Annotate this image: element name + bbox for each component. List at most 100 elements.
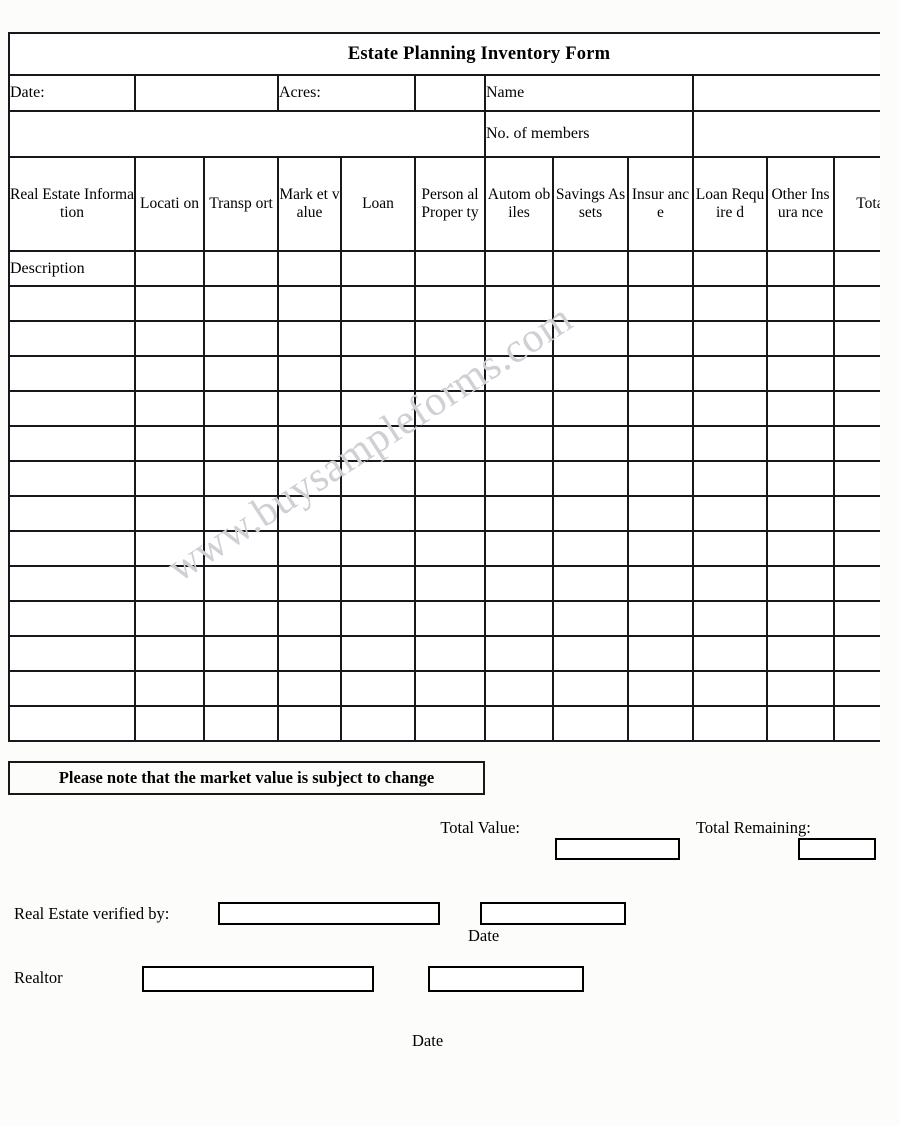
table-cell[interactable] bbox=[766, 285, 835, 322]
table-cell[interactable] bbox=[340, 460, 416, 497]
table-cell[interactable] bbox=[832, 600, 880, 637]
table-cell[interactable] bbox=[414, 390, 486, 427]
total-remaining-field[interactable] bbox=[798, 838, 876, 860]
table-cell[interactable] bbox=[414, 250, 486, 287]
table-cell[interactable] bbox=[552, 250, 629, 287]
table-cell[interactable] bbox=[340, 355, 416, 392]
table-cell[interactable] bbox=[414, 705, 486, 742]
table-cell[interactable] bbox=[552, 530, 629, 567]
table-cell[interactable] bbox=[627, 635, 694, 672]
table-cell[interactable] bbox=[766, 635, 835, 672]
table-cell[interactable] bbox=[277, 495, 342, 532]
table-cell[interactable] bbox=[484, 250, 554, 287]
table-cell[interactable] bbox=[340, 530, 416, 567]
table-cell[interactable] bbox=[277, 250, 342, 287]
table-cell[interactable] bbox=[414, 425, 486, 462]
total-value-field[interactable] bbox=[555, 838, 680, 860]
table-cell[interactable] bbox=[8, 390, 136, 427]
table-cell[interactable] bbox=[484, 390, 554, 427]
table-cell[interactable] bbox=[203, 250, 279, 287]
table-cell[interactable] bbox=[134, 635, 205, 672]
date-input-cell[interactable] bbox=[134, 74, 279, 112]
table-cell[interactable] bbox=[766, 705, 835, 742]
table-cell[interactable] bbox=[552, 670, 629, 707]
table-cell[interactable] bbox=[340, 495, 416, 532]
table-cell[interactable] bbox=[134, 425, 205, 462]
table-cell[interactable] bbox=[627, 285, 694, 322]
table-cell[interactable] bbox=[203, 670, 279, 707]
table-cell[interactable] bbox=[627, 670, 694, 707]
table-cell[interactable] bbox=[203, 320, 279, 357]
table-cell[interactable] bbox=[552, 600, 629, 637]
table-cell[interactable] bbox=[832, 495, 880, 532]
table-cell[interactable] bbox=[552, 565, 629, 602]
table-cell[interactable] bbox=[766, 390, 835, 427]
table-cell[interactable] bbox=[484, 355, 554, 392]
members-input-cell[interactable] bbox=[691, 110, 880, 158]
table-cell[interactable] bbox=[340, 635, 416, 672]
table-cell[interactable] bbox=[484, 530, 554, 567]
table-cell[interactable] bbox=[414, 670, 486, 707]
table-cell[interactable] bbox=[692, 390, 768, 427]
table-cell[interactable] bbox=[203, 705, 279, 742]
table-cell[interactable] bbox=[627, 460, 694, 497]
table-cell[interactable] bbox=[627, 320, 694, 357]
table-cell[interactable] bbox=[766, 460, 835, 497]
table-cell[interactable] bbox=[340, 390, 416, 427]
table-cell[interactable] bbox=[552, 460, 629, 497]
table-cell[interactable] bbox=[484, 565, 554, 602]
table-cell[interactable] bbox=[340, 320, 416, 357]
table-cell[interactable] bbox=[8, 285, 136, 322]
blank-wide-cell[interactable] bbox=[8, 110, 486, 158]
table-cell[interactable] bbox=[484, 425, 554, 462]
table-cell[interactable] bbox=[8, 705, 136, 742]
table-cell[interactable] bbox=[692, 635, 768, 672]
table-cell[interactable] bbox=[692, 565, 768, 602]
table-cell[interactable] bbox=[8, 355, 136, 392]
table-cell[interactable] bbox=[340, 425, 416, 462]
table-cell[interactable] bbox=[552, 705, 629, 742]
table-cell[interactable] bbox=[414, 460, 486, 497]
table-cell[interactable] bbox=[277, 425, 342, 462]
table-cell[interactable] bbox=[692, 355, 768, 392]
table-cell[interactable] bbox=[203, 460, 279, 497]
table-cell[interactable] bbox=[414, 600, 486, 637]
table-cell[interactable] bbox=[8, 530, 136, 567]
table-cell[interactable] bbox=[627, 495, 694, 532]
table-cell[interactable] bbox=[277, 705, 342, 742]
table-cell[interactable] bbox=[832, 285, 880, 322]
table-cell[interactable] bbox=[484, 460, 554, 497]
table-cell[interactable] bbox=[552, 285, 629, 322]
table-cell[interactable] bbox=[766, 320, 835, 357]
table-cell[interactable] bbox=[627, 565, 694, 602]
table-cell[interactable] bbox=[203, 285, 279, 322]
table-cell[interactable] bbox=[627, 390, 694, 427]
table-cell[interactable] bbox=[484, 705, 554, 742]
table-cell[interactable] bbox=[414, 635, 486, 672]
table-cell[interactable] bbox=[134, 600, 205, 637]
table-cell[interactable] bbox=[8, 495, 136, 532]
table-cell[interactable] bbox=[203, 390, 279, 427]
table-cell[interactable] bbox=[340, 670, 416, 707]
table-cell[interactable] bbox=[484, 320, 554, 357]
table-cell[interactable] bbox=[340, 285, 416, 322]
table-cell[interactable] bbox=[8, 460, 136, 497]
table-cell[interactable] bbox=[766, 670, 835, 707]
table-cell[interactable] bbox=[414, 285, 486, 322]
table-cell[interactable] bbox=[340, 705, 416, 742]
table-cell[interactable] bbox=[484, 600, 554, 637]
table-cell[interactable] bbox=[692, 460, 768, 497]
table-cell[interactable] bbox=[832, 425, 880, 462]
table-cell[interactable] bbox=[414, 565, 486, 602]
table-cell[interactable] bbox=[8, 670, 136, 707]
table-cell[interactable] bbox=[692, 425, 768, 462]
table-cell[interactable] bbox=[8, 425, 136, 462]
table-cell[interactable] bbox=[277, 670, 342, 707]
table-cell[interactable] bbox=[692, 670, 768, 707]
table-cell[interactable] bbox=[414, 355, 486, 392]
table-cell[interactable] bbox=[766, 250, 835, 287]
table-cell[interactable] bbox=[340, 600, 416, 637]
table-cell[interactable] bbox=[484, 495, 554, 532]
table-cell[interactable] bbox=[277, 320, 342, 357]
table-cell[interactable] bbox=[627, 355, 694, 392]
